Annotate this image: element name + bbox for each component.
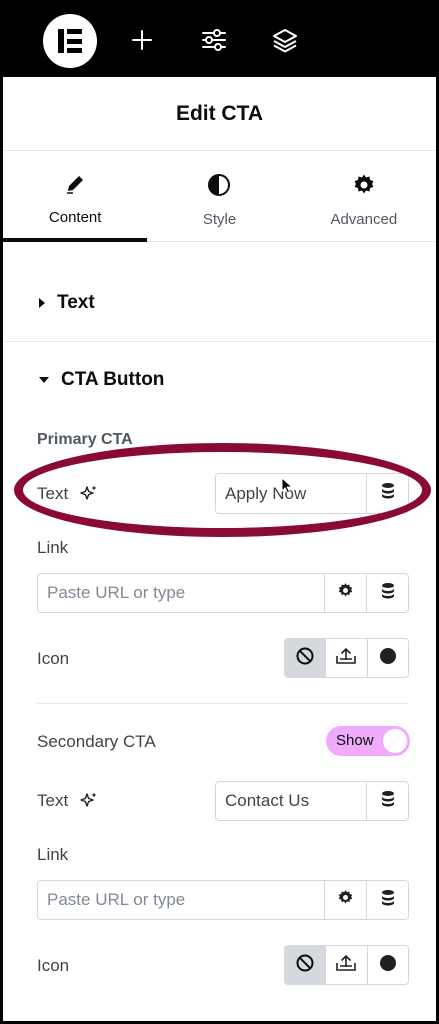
sliders-icon[interactable] [199, 25, 229, 55]
gear-icon [337, 889, 354, 911]
database-icon [380, 482, 396, 505]
icon-library-option[interactable] [366, 946, 408, 984]
database-icon [380, 790, 396, 813]
secondary-cta-switch[interactable]: Show [326, 726, 410, 756]
half-circle-icon [207, 173, 231, 202]
database-icon [380, 582, 396, 605]
icon-library-option[interactable] [366, 639, 408, 677]
section-divider [3, 341, 436, 342]
circle-icon [379, 954, 397, 977]
ban-icon [295, 646, 315, 671]
secondary-link-input-group: Paste URL or type [37, 880, 409, 920]
icon-upload-option[interactable] [325, 946, 366, 984]
top-bar [3, 3, 436, 77]
section-text-toggle[interactable]: Text [39, 292, 95, 314]
gear-icon [352, 173, 376, 202]
panel-header: Edit CTA [3, 77, 436, 151]
primary-link-input-group: Paste URL or type [37, 573, 409, 613]
upload-icon [335, 953, 357, 978]
pencil-icon [64, 173, 86, 200]
primary-icon-choose [284, 638, 409, 678]
primary-icon-label: Icon [37, 649, 70, 668]
secondary-text-input[interactable]: Contact Us [216, 782, 366, 820]
primary-text-input-group: Apply Now [215, 473, 409, 514]
plus-icon[interactable] [127, 25, 157, 55]
tab-style-label: Style [202, 211, 237, 228]
primary-link-label: Link [37, 538, 69, 557]
secondary-text-input-group: Contact Us [215, 781, 409, 821]
secondary-cta-heading: Secondary CTA [37, 732, 156, 751]
primary-text-input[interactable]: Apply Now [216, 474, 366, 513]
dynamic-tags-button[interactable] [366, 881, 408, 919]
database-icon [380, 889, 396, 912]
tab-content-label: Content [48, 209, 102, 226]
section-cta-button-toggle[interactable]: CTA Button [39, 369, 164, 391]
circle-icon [379, 647, 397, 670]
secondary-link-label: Link [37, 845, 69, 864]
tab-advanced-label: Advanced [330, 211, 398, 228]
ai-sparkle-icon[interactable] [79, 791, 99, 816]
dynamic-tags-button[interactable] [366, 574, 408, 612]
primary-link-input[interactable]: Paste URL or type [38, 574, 324, 612]
upload-icon [335, 646, 357, 671]
link-options-button[interactable] [324, 574, 366, 612]
tab-style[interactable]: Style [147, 152, 291, 241]
primary-text-label: Text [37, 484, 69, 503]
dynamic-tags-button[interactable] [366, 782, 408, 820]
ban-icon [295, 953, 315, 978]
secondary-text-label: Text [37, 791, 69, 810]
tab-content[interactable]: Content [3, 152, 148, 242]
icon-upload-option[interactable] [325, 639, 366, 677]
section-text-title: Text [57, 292, 95, 313]
section-cta-button-title: CTA Button [61, 369, 165, 390]
link-options-button[interactable] [324, 881, 366, 919]
icon-none-option[interactable] [285, 946, 326, 984]
caret-right-icon [39, 298, 45, 308]
cta-divider [37, 703, 409, 704]
elementor-logo[interactable] [43, 14, 97, 68]
editor-panel: Edit CTA Content Style Advanced Text CTA… [0, 0, 439, 1024]
gear-icon [337, 582, 354, 604]
ai-sparkle-icon[interactable] [79, 484, 99, 509]
switch-label: Show [336, 732, 374, 749]
layers-icon[interactable] [270, 25, 300, 55]
secondary-link-input[interactable]: Paste URL or type [38, 881, 324, 919]
primary-cta-heading: Primary CTA [37, 431, 133, 448]
dynamic-tags-button[interactable] [366, 474, 408, 513]
secondary-icon-label: Icon [37, 956, 70, 975]
switch-knob [383, 729, 407, 753]
tab-bar: Content Style Advanced [3, 152, 436, 242]
icon-none-option[interactable] [285, 639, 326, 677]
tab-advanced[interactable]: Advanced [292, 152, 436, 241]
page-title: Edit CTA [175, 101, 264, 125]
caret-down-icon [39, 377, 49, 383]
secondary-icon-choose [284, 945, 409, 985]
